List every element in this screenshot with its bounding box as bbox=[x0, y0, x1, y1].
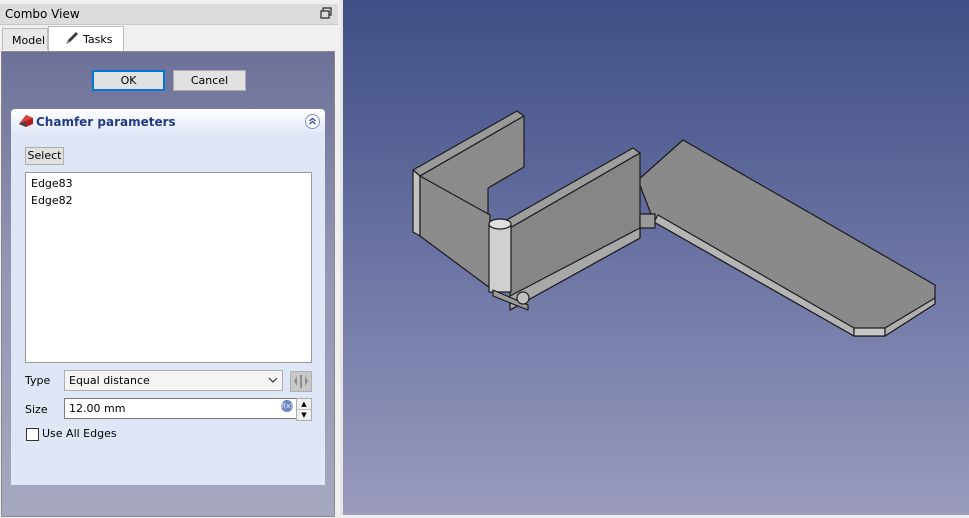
chamfer-icon bbox=[19, 115, 33, 127]
3d-viewport[interactable] bbox=[343, 0, 969, 515]
chamfer-panel-header: Chamfer parameters bbox=[11, 109, 325, 135]
expression-icon[interactable]: f(x) bbox=[281, 400, 293, 412]
combo-view-tabs: Model Tasks bbox=[0, 26, 340, 51]
pencil-icon bbox=[66, 32, 78, 44]
chamfer-panel-title: Chamfer parameters bbox=[36, 115, 176, 129]
type-select[interactable]: Equal distance bbox=[64, 370, 283, 391]
tab-model[interactable]: Model bbox=[2, 28, 48, 50]
chevron-up-icon bbox=[309, 117, 316, 125]
combo-view-panel: Combo View Model Tasks OK Cancel Chamfer… bbox=[0, 0, 340, 517]
edge-list[interactable]: Edge83 Edge82 bbox=[25, 172, 312, 363]
combo-view-title: Combo View bbox=[5, 7, 80, 21]
chevron-down-icon bbox=[268, 377, 278, 383]
float-window-icon[interactable] bbox=[320, 7, 332, 19]
tab-model-label: Model bbox=[12, 34, 46, 47]
list-item[interactable]: Edge83 bbox=[31, 177, 73, 190]
use-all-edges-label: Use All Edges bbox=[42, 427, 117, 440]
size-input[interactable]: 12.00 mm f(x) bbox=[64, 398, 298, 419]
tab-tasks-label: Tasks bbox=[83, 33, 113, 46]
collapse-panel-button[interactable] bbox=[305, 114, 320, 129]
type-label: Type bbox=[25, 374, 51, 387]
task-panel: OK Cancel Chamfer parameters Select Edge… bbox=[1, 51, 335, 517]
cancel-button[interactable]: Cancel bbox=[173, 70, 246, 91]
stepper-down-icon[interactable]: ▼ bbox=[297, 410, 311, 420]
flip-direction-icon bbox=[294, 375, 308, 388]
size-label: Size bbox=[25, 403, 48, 416]
ok-button[interactable]: OK bbox=[92, 70, 165, 91]
select-button[interactable]: Select bbox=[25, 147, 64, 165]
stepper-up-icon[interactable]: ▲ bbox=[297, 399, 311, 410]
flip-direction-button[interactable] bbox=[290, 371, 312, 392]
tab-tasks[interactable]: Tasks bbox=[48, 26, 124, 51]
size-input-value: 12.00 mm bbox=[69, 402, 126, 415]
chamfer-parameters-panel: Chamfer parameters Select Edge83 Edge82 … bbox=[11, 109, 325, 485]
combo-view-titlebar: Combo View bbox=[0, 4, 338, 25]
type-select-value: Equal distance bbox=[69, 374, 150, 387]
chamfer-panel-body: Select Edge83 Edge82 Type Equal distance bbox=[11, 135, 325, 485]
list-item[interactable]: Edge82 bbox=[31, 194, 73, 207]
3d-model-part[interactable] bbox=[343, 0, 969, 515]
size-stepper[interactable]: ▲ ▼ bbox=[296, 398, 312, 421]
use-all-edges-checkbox[interactable] bbox=[26, 428, 39, 441]
